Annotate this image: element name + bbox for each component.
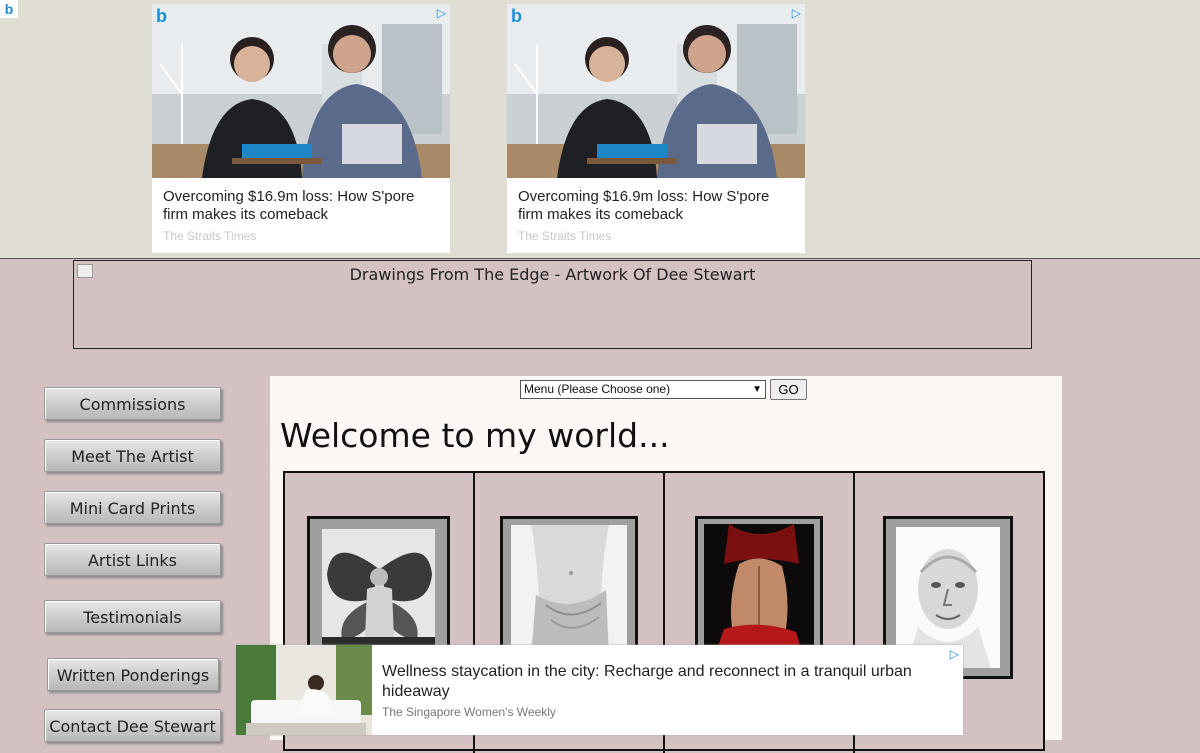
ad-image[interactable] bbox=[236, 645, 372, 735]
ad-badge-icon[interactable]: b bbox=[0, 0, 18, 18]
nav-artist-links-button[interactable]: Artist Links bbox=[44, 543, 221, 576]
top-ad-strip: b b ▷ Overcoming $16.9m loss: How S'pore… bbox=[0, 0, 1200, 259]
menu-select-value: Menu (Please Choose one) bbox=[524, 382, 671, 396]
artwork-thumbnail[interactable] bbox=[500, 516, 638, 666]
adchoices-icon[interactable]: ▷ bbox=[437, 6, 446, 20]
ad-card[interactable]: b ▷ Overcoming $16.9m loss: How S'pore f… bbox=[507, 4, 805, 253]
nav-commissions-button[interactable]: Commissions bbox=[44, 387, 221, 420]
nav-written-ponderings-button[interactable]: Written Ponderings bbox=[47, 658, 219, 691]
artwork-thumbnail[interactable] bbox=[695, 516, 823, 666]
adchoices-icon[interactable]: ▷ bbox=[792, 6, 801, 20]
site-banner[interactable]: Drawings From The Edge - Artwork Of Dee … bbox=[73, 260, 1032, 349]
banner-alt-text: Drawings From The Edge - Artwork Of Dee … bbox=[349, 265, 756, 284]
ad-card[interactable]: b ▷ Overcoming $16.9m loss: How S'pore f… bbox=[152, 4, 450, 253]
brand-b-icon: b bbox=[156, 6, 167, 26]
nav-meet-the-artist-button[interactable]: Meet The Artist bbox=[44, 439, 221, 472]
bottom-ad[interactable]: ▷ Wellness staycation in the city: Recha… bbox=[236, 645, 963, 735]
page-title: Welcome to my world... bbox=[280, 416, 670, 455]
nav-contact-button[interactable]: Contact Dee Stewart bbox=[44, 709, 221, 742]
ad-image[interactable] bbox=[152, 4, 450, 178]
menu-select[interactable]: Menu (Please Choose one) ▼ bbox=[520, 380, 766, 399]
ad-image[interactable] bbox=[507, 4, 805, 178]
ad-title[interactable]: Overcoming $16.9m loss: How S'pore firm … bbox=[518, 188, 794, 224]
ad-title[interactable]: Wellness staycation in the city: Recharg… bbox=[382, 662, 942, 702]
artwork-thumbnail[interactable] bbox=[307, 516, 450, 666]
nav-testimonials-button[interactable]: Testimonials bbox=[44, 600, 221, 633]
go-button[interactable]: GO bbox=[770, 379, 807, 400]
adchoices-icon[interactable]: ▷ bbox=[950, 647, 959, 661]
nav-mini-card-prints-button[interactable]: Mini Card Prints bbox=[44, 491, 221, 524]
ad-source: The Straits Times bbox=[518, 229, 612, 243]
chevron-down-icon: ▼ bbox=[752, 384, 762, 395]
brand-b-icon: b bbox=[511, 6, 522, 26]
ad-source: The Singapore Women's Weekly bbox=[382, 705, 556, 719]
ad-title[interactable]: Overcoming $16.9m loss: How S'pore firm … bbox=[163, 188, 439, 224]
ad-source: The Straits Times bbox=[163, 229, 257, 243]
